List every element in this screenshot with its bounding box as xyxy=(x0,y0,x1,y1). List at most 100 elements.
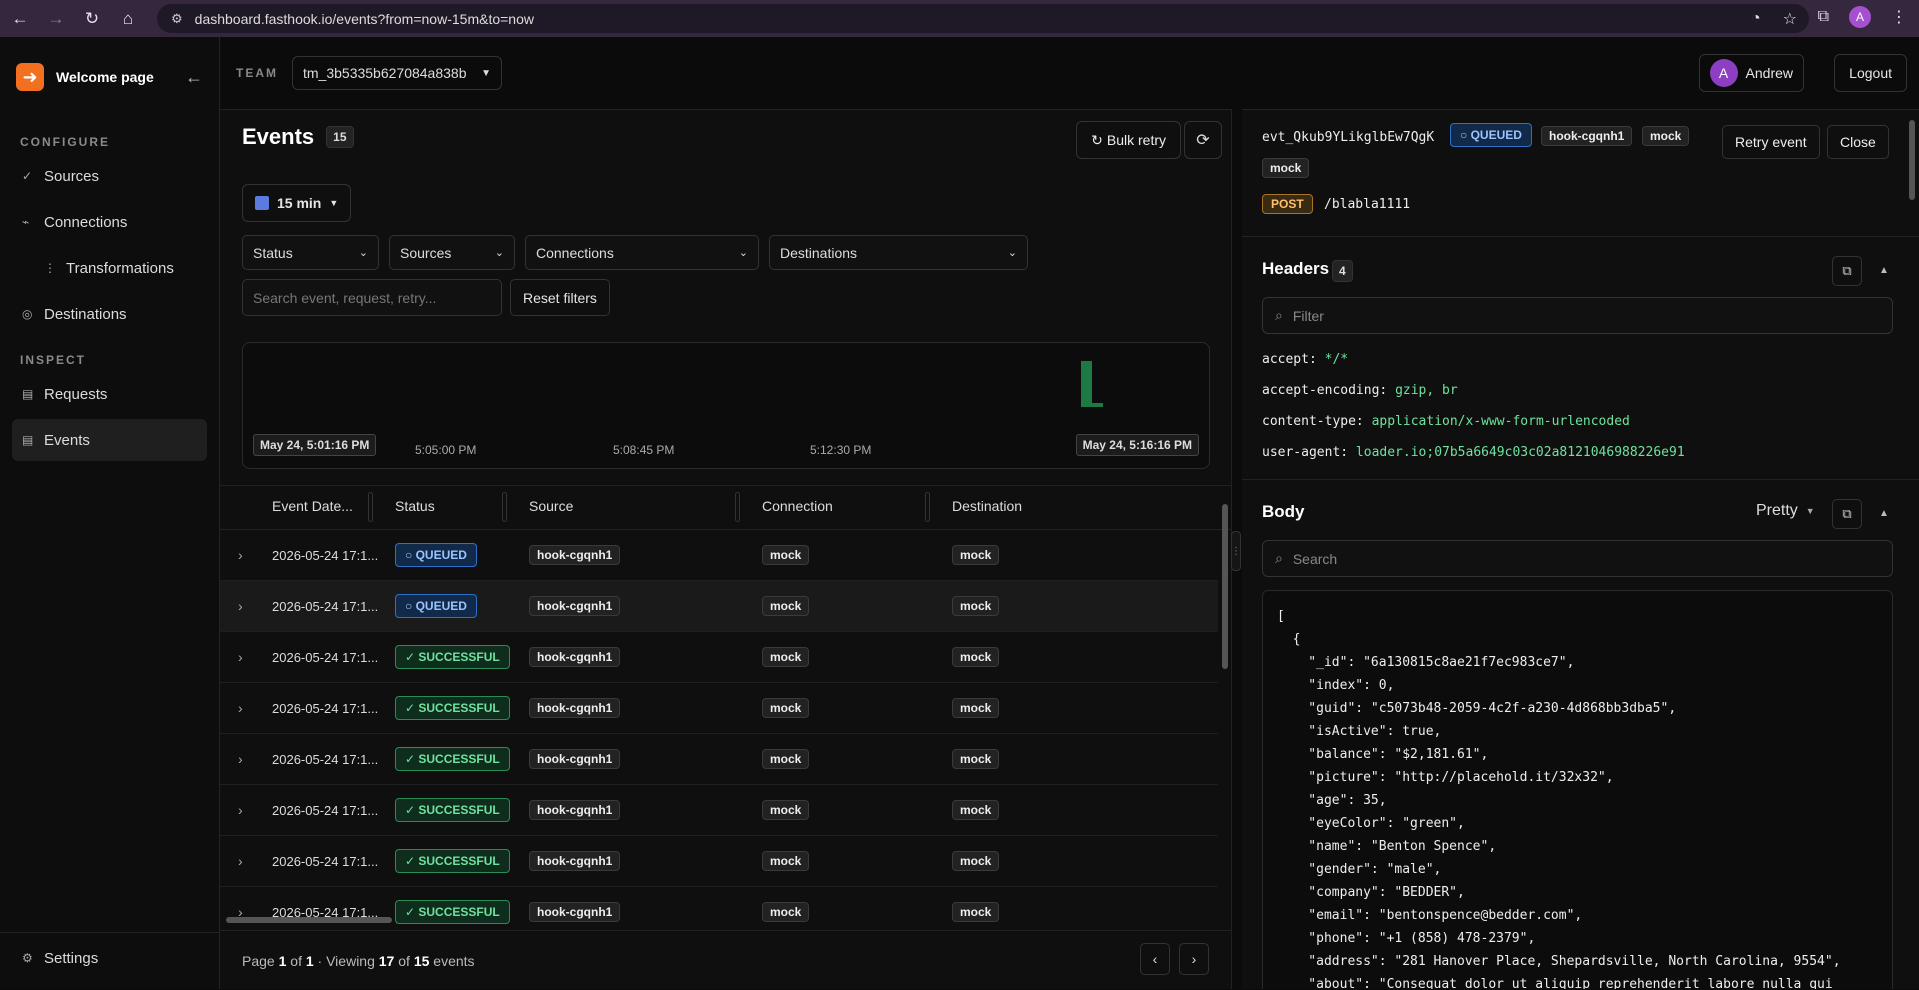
refresh-button[interactable]: ⟳ xyxy=(1184,121,1222,159)
performance-icon[interactable]: ◔ xyxy=(1751,10,1761,28)
extensions-icon[interactable]: ⧉ xyxy=(1818,8,1829,26)
column-resize-handle[interactable] xyxy=(502,492,507,522)
table-row[interactable]: › 2026-05-24 17:1... ✓ SUCCESSFUL hook-c… xyxy=(220,836,1218,887)
events-header: Events 15 xyxy=(242,124,354,150)
menu-kebab-icon[interactable]: ⋮ xyxy=(1891,7,1907,27)
events-count-badge: 15 xyxy=(326,126,354,148)
avatar: A xyxy=(1709,59,1738,87)
column-header-source[interactable]: Source xyxy=(529,498,573,514)
logo-icon[interactable]: ➜ xyxy=(16,63,44,91)
status-filter-select[interactable]: Status ⌄ xyxy=(242,235,379,270)
histogram-start-label: May 24, 5:01:16 PM xyxy=(253,434,377,456)
column-header-connection[interactable]: Connection xyxy=(762,498,833,514)
close-button[interactable]: Close xyxy=(1827,125,1889,159)
event-date: 2026-05-24 17:1... xyxy=(272,598,379,614)
table-row[interactable]: › 2026-05-24 17:1... ✓ SUCCESSFUL hook-c… xyxy=(220,785,1218,836)
body-json-viewer[interactable]: [ { "_id": "6a130815c8ae21f7ec983ce7", "… xyxy=(1262,590,1893,989)
histogram-end-label: May 24, 5:16:16 PM xyxy=(1075,434,1199,456)
connection-tag: mock xyxy=(762,749,810,769)
connection-tag: mock xyxy=(762,647,810,667)
table-vertical-scrollbar[interactable] xyxy=(1222,486,1228,930)
brand-label[interactable]: Welcome page xyxy=(56,69,154,85)
home-icon[interactable]: ⌂ xyxy=(112,3,144,35)
expand-chevron-icon[interactable]: › xyxy=(238,598,243,614)
body-search-input[interactable]: ⌕ Search xyxy=(1262,540,1893,577)
prev-page-button[interactable]: ‹ xyxy=(1140,943,1170,975)
sidebar-item-events[interactable]: ▤ Events xyxy=(12,419,207,461)
status-badge: ✓ SUCCESSFUL xyxy=(395,696,510,720)
search-input[interactable] xyxy=(242,279,502,316)
sidebar-item-settings[interactable]: ⚙ Settings xyxy=(12,937,208,979)
expand-chevron-icon[interactable]: › xyxy=(238,802,243,818)
bookmark-star-icon[interactable]: ☆ xyxy=(1783,9,1797,29)
body-json-line: "phone": "+1 (858) 478-2379", xyxy=(1277,931,1536,946)
column-header-status[interactable]: Status xyxy=(395,498,435,514)
event-date: 2026-05-24 17:1... xyxy=(272,751,379,767)
copy-icon[interactable]: ⧉ xyxy=(1832,499,1862,529)
expand-chevron-icon[interactable]: › xyxy=(238,649,243,665)
address-bar[interactable]: ⚙ dashboard.fasthook.io/events?from=now-… xyxy=(157,4,1809,33)
back-icon[interactable]: ← xyxy=(4,3,36,35)
sidebar-item-connections[interactable]: ⌁ Connections xyxy=(12,201,207,243)
table-row[interactable]: › 2026-05-24 17:1... ○ QUEUED hook-cgqnh… xyxy=(220,530,1218,581)
sidebar-item-sources[interactable]: ✓ Sources xyxy=(12,155,207,197)
source-tag: hook-cgqnh1 xyxy=(529,545,621,565)
logout-button[interactable]: Logout xyxy=(1834,54,1907,92)
table-row[interactable]: › 2026-05-24 17:1... ✓ SUCCESSFUL hook-c… xyxy=(220,683,1218,734)
table-row[interactable]: › 2026-05-24 17:1... ○ QUEUED hook-cgqnh… xyxy=(220,581,1218,632)
detail-scrollbar[interactable] xyxy=(1909,120,1915,200)
table-row[interactable]: › 2026-05-24 17:1... ✓ SUCCESSFUL hook-c… xyxy=(220,887,1218,930)
column-resize-handle[interactable] xyxy=(735,492,740,522)
status-badge: ✓ SUCCESSFUL xyxy=(395,645,510,669)
table-row[interactable]: › 2026-05-24 17:1... ✓ SUCCESSFUL hook-c… xyxy=(220,734,1218,785)
refresh-icon: ⟳ xyxy=(1196,132,1210,149)
events-histogram[interactable]: May 24, 5:01:16 PM 5:05:00 PM 5:08:45 PM… xyxy=(242,342,1210,469)
expand-chevron-icon[interactable]: › xyxy=(238,853,243,869)
profile-avatar[interactable]: A xyxy=(1849,6,1871,28)
user-menu[interactable]: A Andrew xyxy=(1698,54,1804,92)
forward-icon[interactable]: → xyxy=(40,3,72,35)
reload-icon[interactable]: ↻ xyxy=(76,3,108,35)
sidebar-item-transformations[interactable]: ⋮ Transformations xyxy=(12,247,207,289)
browser-toolbar: ← → ↻ ⌂ ⚙ dashboard.fasthook.io/events?f… xyxy=(0,0,1919,37)
reset-filters-button[interactable]: Reset filters xyxy=(510,279,610,316)
events-panel: Events 15 ↻ Bulk retry ⟳ 15 min ▼ Status… xyxy=(220,109,1232,989)
body-json-line: "company": "BEDDER", xyxy=(1277,885,1465,900)
destinations-filter-select[interactable]: Destinations ⌄ xyxy=(769,235,1028,270)
next-page-button[interactable]: › xyxy=(1179,943,1209,975)
destination-tag: mock xyxy=(952,698,1000,718)
bulk-retry-button[interactable]: ↻ Bulk retry xyxy=(1076,121,1181,159)
body-json-line: "age": 35, xyxy=(1277,793,1387,808)
sources-filter-select[interactable]: Sources ⌄ xyxy=(389,235,515,270)
column-resize-handle[interactable] xyxy=(368,492,373,522)
column-header-destination[interactable]: Destination xyxy=(952,498,1022,514)
collapse-caret-icon[interactable]: ▲ xyxy=(1879,265,1889,276)
headers-filter-input[interactable]: ⌕ Filter xyxy=(1262,297,1893,334)
site-info-icon[interactable]: ⚙ xyxy=(171,11,183,27)
collapse-caret-icon[interactable]: ▲ xyxy=(1879,508,1889,519)
source-tag: hook-cgqnh1 xyxy=(529,749,621,769)
pagination-footer: Page 1 of 1 · Viewing 17 of 15 events ‹ … xyxy=(220,930,1232,990)
panel-resize-handle[interactable]: ⋮ xyxy=(1231,531,1241,571)
expand-chevron-icon[interactable]: › xyxy=(238,700,243,716)
sidebar-item-requests[interactable]: ▤ Requests xyxy=(12,373,207,415)
status-badge: ○ QUEUED xyxy=(1450,123,1532,147)
collapse-arrow-icon[interactable]: ← xyxy=(185,67,203,88)
sidebar-item-destinations[interactable]: ◎ Destinations xyxy=(12,293,207,335)
copy-icon[interactable]: ⧉ xyxy=(1832,256,1862,286)
time-range-button[interactable]: 15 min ▼ xyxy=(242,184,352,222)
status-badge: ○ QUEUED xyxy=(395,594,477,618)
body-format-label: Pretty xyxy=(1756,502,1798,519)
expand-chevron-icon[interactable]: › xyxy=(238,751,243,767)
expand-chevron-icon[interactable]: › xyxy=(238,547,243,563)
column-resize-handle[interactable] xyxy=(925,492,930,522)
team-select[interactable]: tm_3b5335b627084a838b ▼ xyxy=(292,56,502,90)
source-tag: hook-cgqnh1 xyxy=(529,851,621,871)
table-row[interactable]: › 2026-05-24 17:1... ✓ SUCCESSFUL hook-c… xyxy=(220,632,1218,683)
retry-event-button[interactable]: Retry event xyxy=(1722,125,1820,159)
sidebar-item-label: Destinations xyxy=(44,305,127,323)
column-header-event-date[interactable]: Event Date... xyxy=(272,498,353,514)
connections-filter-select[interactable]: Connections ⌄ xyxy=(525,235,759,270)
table-horizontal-scrollbar[interactable] xyxy=(226,917,1211,923)
body-format-select[interactable]: Pretty ▼ xyxy=(1756,502,1815,520)
